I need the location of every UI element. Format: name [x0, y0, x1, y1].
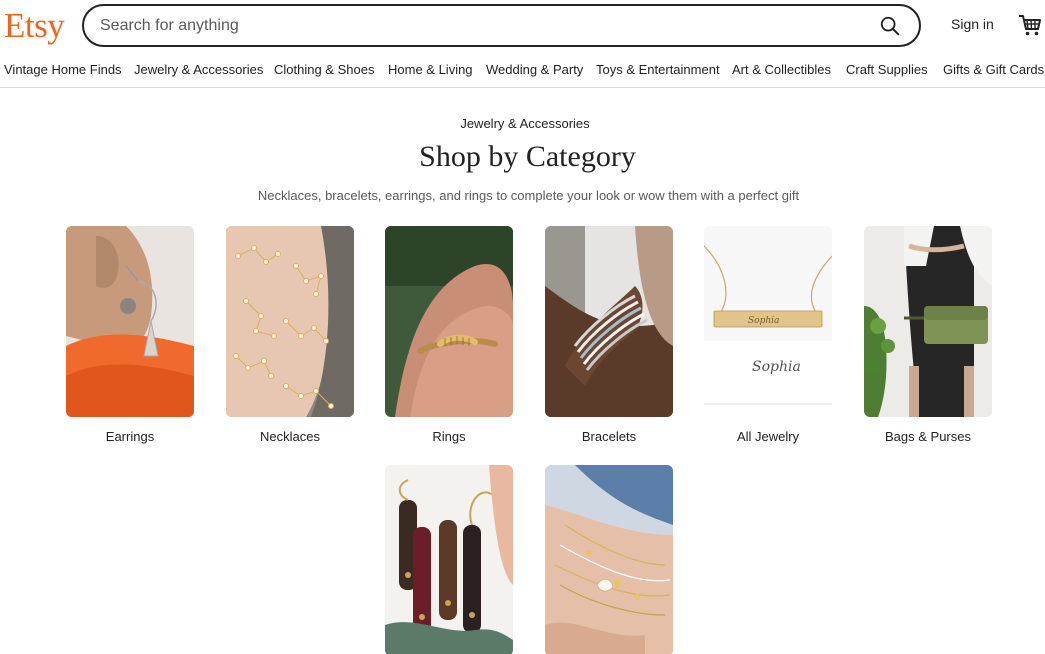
nav-item-vintage-home-finds[interactable]: Vintage Home Finds: [4, 62, 122, 77]
nav-item-gifts-gift-cards[interactable]: Gifts & Gift Cards: [943, 62, 1044, 77]
category-label: Rings: [432, 429, 466, 444]
category-card-keychains[interactable]: [385, 465, 513, 654]
bracelets-image: [545, 226, 673, 417]
keychains-image: [385, 465, 513, 654]
search-bar[interactable]: [82, 4, 921, 47]
search-icon[interactable]: [879, 15, 901, 37]
nav-item-jewelry-accessories[interactable]: Jewelry & Accessories: [134, 62, 263, 77]
category-card-bags-purses[interactable]: Bags & Purses: [864, 226, 992, 444]
nav-item-art-collectibles[interactable]: Art & Collectibles: [732, 62, 831, 77]
category-label: Earrings: [105, 429, 155, 444]
category-card-bracelets[interactable]: Bracelets: [545, 226, 673, 444]
anklets-image: [545, 465, 673, 654]
nav-item-clothing-shoes[interactable]: Clothing & Shoes: [274, 62, 374, 77]
rings-image: [385, 226, 513, 417]
site-header: Etsy Sign in: [0, 0, 1045, 52]
page-subtitle: Necklaces, bracelets, earrings, and ring…: [257, 188, 800, 203]
nav-item-craft-supplies[interactable]: Craft Supplies: [846, 62, 928, 77]
category-card-necklaces[interactable]: Necklaces: [226, 226, 354, 444]
category-nav: Vintage Home Finds Jewelry & Accessories…: [0, 60, 1045, 88]
svg-text:Sophia: Sophia: [748, 316, 779, 326]
page-title: Shop by Category: [419, 140, 636, 173]
all-jewelry-image: Sophia Sophia: [704, 226, 832, 417]
category-label: Bags & Purses: [885, 429, 971, 444]
category-label: Bracelets: [581, 429, 637, 444]
category-card-anklets[interactable]: [545, 465, 673, 654]
bags-purses-image: [864, 226, 992, 417]
category-card-rings[interactable]: Rings: [385, 226, 513, 444]
category-label: All Jewelry: [736, 429, 800, 444]
search-input[interactable]: [100, 6, 860, 45]
category-label: Necklaces: [260, 429, 320, 444]
nav-item-toys-entertainment[interactable]: Toys & Entertainment: [596, 62, 720, 77]
nav-item-home-living[interactable]: Home & Living: [388, 62, 473, 77]
breadcrumb[interactable]: Jewelry & Accessories: [0, 116, 1045, 131]
category-card-all-jewelry[interactable]: Sophia Sophia All Jewelry: [704, 226, 832, 444]
nav-item-wedding-party[interactable]: Wedding & Party: [486, 62, 583, 77]
necklaces-image: [226, 226, 354, 417]
earrings-image: [66, 226, 194, 417]
etsy-logo[interactable]: Etsy: [4, 4, 65, 48]
shopping-cart-icon[interactable]: [1017, 12, 1043, 38]
svg-text:Sophia: Sophia: [752, 359, 801, 375]
category-card-earrings[interactable]: Earrings: [66, 226, 194, 444]
sign-in-link[interactable]: Sign in: [951, 16, 994, 32]
